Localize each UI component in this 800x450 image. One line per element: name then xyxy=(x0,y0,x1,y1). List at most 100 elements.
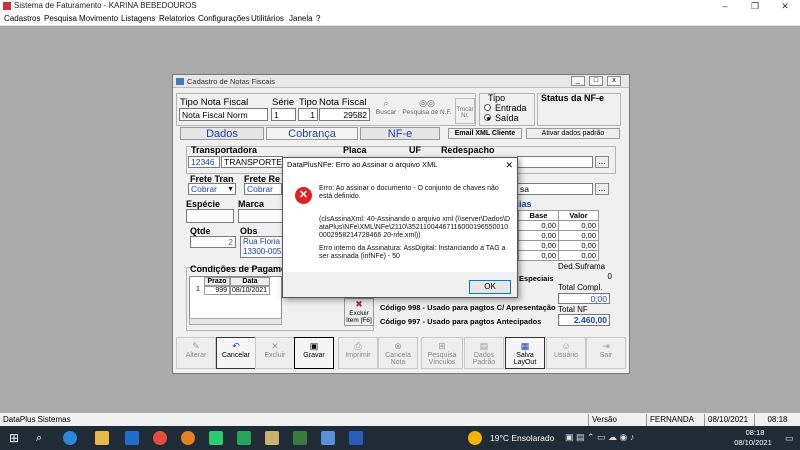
menu-listagens[interactable]: Listagens xyxy=(121,14,155,23)
marca-input[interactable] xyxy=(238,209,283,223)
table-cell[interactable]: 0,00 xyxy=(558,230,599,241)
app-icon-teal[interactable] xyxy=(237,431,251,445)
obs-label: Obs xyxy=(240,226,258,236)
redespacho2-lookup-button[interactable]: ... xyxy=(595,183,609,195)
firefox-icon[interactable] xyxy=(181,431,195,445)
qtde-input[interactable]: 2 xyxy=(190,236,236,248)
imprimir-button[interactable]: ⎙ Imprimir xyxy=(338,337,378,369)
store-icon[interactable] xyxy=(125,431,139,445)
transportadora-label: Transportadora xyxy=(191,145,258,155)
trocar-nr-button[interactable]: Trocar Nr. xyxy=(455,98,475,124)
obs-textarea[interactable]: Rua Floria 13300-005 xyxy=(240,236,283,258)
frete-re-select[interactable]: Cobrar xyxy=(244,183,282,195)
pesquisa-vinculos-button[interactable]: ⊞ Pesquisa Vínculos xyxy=(421,337,463,369)
search-icon[interactable]: ⌕ xyxy=(36,431,50,445)
nota-fiscal-input[interactable]: 29582 xyxy=(319,108,370,121)
alterar-button[interactable]: ✎ Alterar xyxy=(176,337,216,369)
excluir-button[interactable]: ✕ Excluir xyxy=(255,337,295,369)
app-icon-green[interactable] xyxy=(209,431,223,445)
child-restore-icon[interactable]: □ xyxy=(589,76,603,86)
menu-cadastros[interactable]: Cadastros xyxy=(4,14,40,23)
minimize-icon[interactable]: – xyxy=(710,0,740,13)
clock-date[interactable]: 08/10/2021 xyxy=(728,438,778,447)
ativar-dados-button[interactable]: Ativar dados padrão xyxy=(526,128,620,139)
weather-text[interactable]: 19°C Ensolarado xyxy=(490,433,554,443)
clock-time[interactable]: 08:18 xyxy=(735,428,775,437)
word-icon[interactable] xyxy=(349,431,363,445)
pesquisa-nf-button[interactable]: ◎◎ Pesquisa de N.F. xyxy=(401,98,453,124)
data-cell[interactable]: 08/10/2021 xyxy=(230,286,270,295)
child-minimize-icon[interactable]: _ xyxy=(571,76,585,86)
buscar-button[interactable]: ⌕ Buscar xyxy=(373,98,399,124)
menu-help[interactable]: ? xyxy=(316,14,320,23)
tab-dados[interactable]: Dados xyxy=(180,127,264,140)
table-cell[interactable]: 0,00 xyxy=(518,220,559,231)
close-icon[interactable]: ✕ xyxy=(770,0,800,13)
status-date: 08/10/2021 xyxy=(704,414,754,426)
row-index[interactable]: 1 xyxy=(192,286,204,295)
especie-input[interactable] xyxy=(186,209,234,223)
cancela-nota-button[interactable]: ⊗ Cancela Nota xyxy=(378,337,418,369)
menu-pesquisa[interactable]: Pesquisa xyxy=(44,14,77,23)
frete-tran-select[interactable]: Cobrar ▼ xyxy=(188,183,236,195)
tipo-nota-select[interactable]: Nota Fiscal Norm xyxy=(179,108,268,121)
chrome-icon[interactable] xyxy=(153,431,167,445)
salva-layout-button[interactable]: ▦ Salva LayOut xyxy=(505,337,545,369)
folder-icon[interactable] xyxy=(95,431,109,445)
codigo-997-text: Código 997 - Usado para pagtos Antecipad… xyxy=(380,317,542,326)
tipo-group-label: Tipo xyxy=(488,93,506,103)
table-cell[interactable]: 0,00 xyxy=(558,250,599,261)
app-icon-2[interactable] xyxy=(293,431,307,445)
tab-cobranca[interactable]: Cobrança xyxy=(266,127,358,140)
menu-relatorios[interactable]: Relatorios xyxy=(159,14,195,23)
table-cell[interactable]: 0,00 xyxy=(518,230,559,241)
table-cell[interactable]: 0,00 xyxy=(558,240,599,251)
gravar-button[interactable]: ▣ Gravar xyxy=(294,337,334,369)
redespacho-input[interactable] xyxy=(517,156,593,168)
cancelar-button[interactable]: ↶ Cancelar xyxy=(216,337,256,369)
swap-icon xyxy=(456,99,474,107)
undo-icon: ↶ xyxy=(232,341,240,351)
serie-input[interactable]: 1 xyxy=(271,108,296,121)
redespacho-label: Redespacho xyxy=(441,145,495,155)
status-user: FERNANDA xyxy=(646,414,704,426)
edge-icon[interactable] xyxy=(63,431,77,445)
save-icon: ▣ xyxy=(309,341,319,351)
app-icon-3[interactable] xyxy=(321,431,335,445)
table-cell[interactable]: 0,00 xyxy=(558,220,599,231)
dialog-message-2: (clsAssinaXml: 40-Assinando o arquivo xm… xyxy=(319,216,511,239)
tipo-input[interactable]: 1 xyxy=(298,108,318,121)
transportadora-name-input[interactable]: TRANSPORTE xyxy=(221,156,283,168)
x-icon: ✕ xyxy=(271,341,279,351)
weather-icon[interactable] xyxy=(468,431,482,445)
redespacho2-input[interactable]: sa xyxy=(517,183,593,195)
tray-icons[interactable]: ▣ ▤ ⌃ ▭ ☁ ◉ ♪ xyxy=(565,432,634,443)
menu-movimento[interactable]: Movimento xyxy=(79,14,118,23)
child-close-icon[interactable]: x xyxy=(607,76,621,86)
dialog-close-icon[interactable]: ✕ xyxy=(505,158,513,172)
menu-configuracoes[interactable]: Configurações xyxy=(198,14,250,23)
menu-utilitarios[interactable]: Utilitários xyxy=(251,14,284,23)
status-nfe-label: Status da NF-e xyxy=(541,93,605,103)
prazo-cell[interactable]: 999 xyxy=(204,286,230,295)
dataplus-taskbar-icon[interactable] xyxy=(265,431,279,445)
saida-radio[interactable] xyxy=(484,114,491,121)
tab-nfe[interactable]: NF-e xyxy=(360,127,440,140)
dialog-message-1: Erro: Ao assinar o documento - O conjunt… xyxy=(319,185,499,200)
sair-button[interactable]: ⇥ Sair xyxy=(586,337,626,369)
dados-padrao-button[interactable]: ▤ Dados Padrão xyxy=(464,337,504,369)
table-cell[interactable]: 0,00 xyxy=(518,250,559,261)
restore-icon[interactable]: ❐ xyxy=(740,0,770,13)
notification-icon[interactable]: ▭ xyxy=(785,433,794,444)
excluir-item-button[interactable]: ✖ Excluir Item [F6] xyxy=(344,298,374,326)
table-cell[interactable]: 0,00 xyxy=(518,240,559,251)
transportadora-code-input[interactable]: 12346 xyxy=(188,156,220,168)
ok-button[interactable]: OK xyxy=(469,280,511,294)
email-xml-button[interactable]: Email XML Cliente xyxy=(448,128,522,139)
entrada-radio[interactable] xyxy=(484,104,491,111)
menu-janela[interactable]: Janela xyxy=(289,14,313,23)
condicoes-scrollbar[interactable] xyxy=(189,318,282,325)
windows-start-icon[interactable]: ⊞ xyxy=(9,431,23,445)
usuario-button[interactable]: ☺ Usuário xyxy=(546,337,586,369)
redespacho-lookup-button[interactable]: ... xyxy=(595,156,609,168)
